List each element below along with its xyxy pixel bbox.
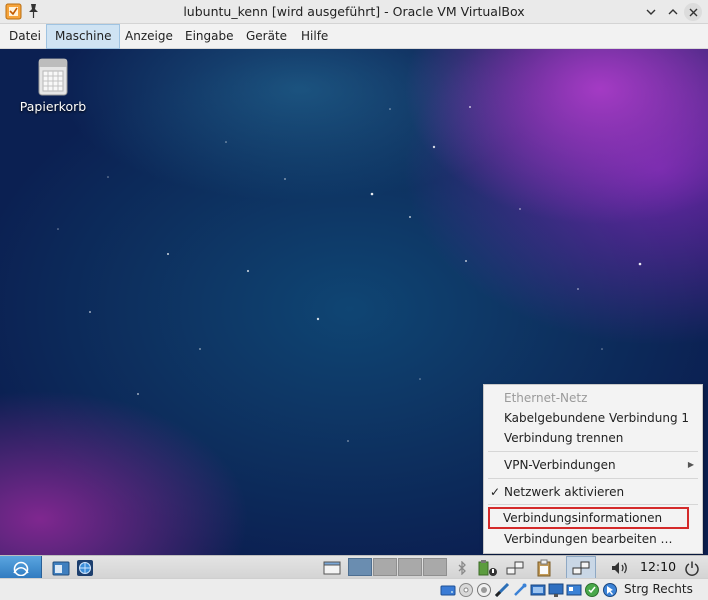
window-icon: [323, 561, 341, 574]
chevron-down-icon: [646, 9, 656, 15]
menu-item-vpn[interactable]: VPN-Verbindungen ▶: [484, 455, 702, 475]
power-button[interactable]: [682, 556, 702, 579]
close-icon: [689, 8, 697, 16]
volume-icon: [612, 561, 627, 574]
globe-icon: [77, 559, 93, 576]
paste-icon: [537, 559, 551, 576]
browser-launcher[interactable]: [74, 556, 96, 579]
bluetooth-icon: [458, 560, 466, 575]
network-icon: [572, 561, 590, 574]
menu-anzeige[interactable]: Anzeige: [117, 24, 181, 49]
network-adapter-icon[interactable]: [494, 582, 510, 598]
menu-maschine[interactable]: Maschine: [46, 24, 121, 49]
mouse-integration-icon[interactable]: [602, 582, 618, 598]
clipboard-manager-tray[interactable]: [532, 556, 556, 579]
desktop-icon-trash[interactable]: Papierkorb: [18, 57, 88, 114]
network-context-menu: Ethernet-Netz Kabelgebundene Verbindung …: [483, 384, 703, 554]
clipboard-tray[interactable]: [475, 556, 501, 579]
workspace-2[interactable]: [373, 558, 397, 576]
window-title: lubuntu_kenn [wird ausgeführt] - Oracle …: [183, 4, 525, 19]
menu-item-enable-network[interactable]: ✓ Netzwerk aktivieren: [484, 482, 702, 502]
workspace-3[interactable]: [398, 558, 422, 576]
network-tray-active[interactable]: [566, 556, 596, 579]
clipboard-icon: [478, 559, 497, 576]
menu-item-wired-connection[interactable]: Kabelgebundene Verbindung 1: [484, 408, 702, 428]
network-icon: [506, 561, 524, 574]
checkmark-icon: ✓: [490, 485, 501, 499]
minimize-button[interactable]: [642, 3, 660, 21]
usb-icon[interactable]: [512, 582, 528, 598]
bluetooth-tray[interactable]: [455, 556, 469, 579]
menu-geraete[interactable]: Geräte: [238, 24, 295, 49]
menu-header-ethernet: Ethernet-Netz: [504, 391, 588, 405]
menu-item-connection-info[interactable]: Verbindungsinformationen: [488, 507, 689, 529]
workspace-4[interactable]: [423, 558, 447, 576]
host-key-label: Strg Rechts: [624, 582, 693, 596]
power-icon: [685, 561, 699, 576]
show-desktop-button[interactable]: [321, 556, 343, 579]
recording-icon[interactable]: [566, 582, 582, 598]
trash-icon: [38, 58, 68, 96]
display-icon[interactable]: [548, 582, 564, 598]
folder-icon: [52, 561, 70, 575]
start-menu-button[interactable]: [0, 556, 42, 579]
menu-item-edit-connections[interactable]: Verbindungen bearbeiten …: [484, 529, 702, 549]
audio-icon[interactable]: [476, 582, 492, 598]
volume-tray[interactable]: [608, 556, 632, 579]
workspace-1[interactable]: [348, 558, 372, 576]
menu-separator: [488, 504, 698, 505]
menu-datei[interactable]: Datei: [1, 24, 49, 49]
virtualization-icon[interactable]: [584, 582, 600, 598]
lxqt-taskbar: 12:10: [0, 555, 708, 579]
file-manager-launcher[interactable]: [50, 556, 72, 579]
menu-item-vpn-label: VPN-Verbindungen: [504, 458, 616, 472]
menu-eingabe[interactable]: Eingabe: [177, 24, 242, 49]
optical-drive-icon[interactable]: [458, 582, 474, 598]
menu-item-enable-network-label: Netzwerk aktivieren: [504, 485, 625, 499]
menu-item-disconnect[interactable]: Verbindung trennen: [484, 428, 702, 448]
virtualbox-status-bar: Strg Rechts: [0, 578, 708, 600]
maximize-button[interactable]: [664, 3, 682, 21]
chevron-up-icon: [668, 9, 678, 15]
window-title-bar[interactable]: lubuntu_kenn [wird ausgeführt] - Oracle …: [0, 0, 708, 24]
hard-disk-icon[interactable]: [440, 582, 456, 598]
menu-separator: [488, 478, 698, 479]
close-button[interactable]: [684, 3, 702, 21]
menu-separator: [488, 451, 698, 452]
lubuntu-logo-icon: [12, 561, 29, 576]
clock[interactable]: 12:10: [640, 559, 676, 574]
submenu-arrow-icon: ▶: [687, 460, 694, 469]
network-tray-inactive[interactable]: [504, 556, 526, 579]
menu-hilfe[interactable]: Hilfe: [293, 24, 336, 49]
menu-bar: Datei Maschine Anzeige Eingabe Geräte Hi…: [0, 24, 708, 49]
shared-folders-icon[interactable]: [530, 582, 546, 598]
desktop-icon-label: Papierkorb: [19, 99, 87, 114]
